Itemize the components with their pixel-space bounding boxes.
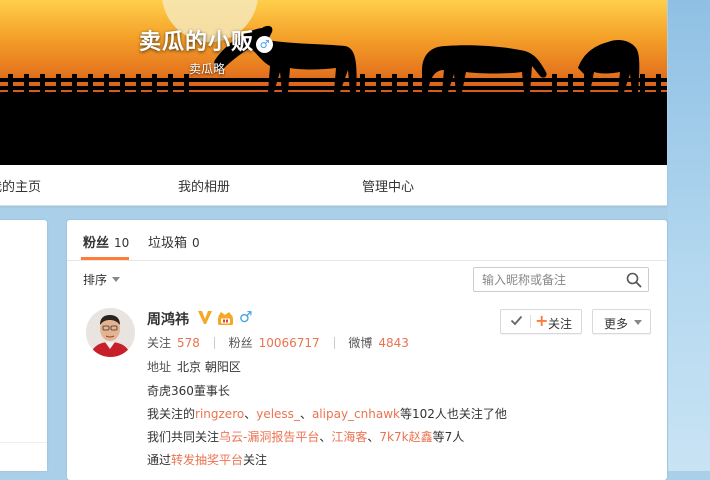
separator: 、 <box>299 407 312 421</box>
chevron-down-icon <box>634 320 642 325</box>
fan-address: 地址 北京 朝阳区 <box>147 358 241 375</box>
address-value: 北京 朝阳区 <box>177 360 241 374</box>
nav-item-my-home[interactable]: 我的主页 <box>0 176 41 195</box>
divider <box>0 442 47 443</box>
stat-following-label: 关注 <box>147 336 172 350</box>
verified-v-icon <box>197 310 213 328</box>
follow-source-prefix: 通过 <box>147 453 172 467</box>
checkmark-icon <box>510 314 523 330</box>
fan-bio: 奇虎360董事长 <box>147 384 230 398</box>
tab-trash[interactable]: 垃圾箱 0 <box>148 232 200 251</box>
user-link[interactable]: alipay_cnhawk <box>312 407 400 421</box>
mutual-follow-prefix: 我关注的 <box>147 407 196 421</box>
tab-trash-label: 垃圾箱 <box>148 236 188 251</box>
profile-nickname: 卖瓜的小贩 <box>139 30 255 55</box>
tab-fans[interactable]: 粉丝 10 <box>83 232 129 251</box>
fans-panel: 粉丝 10 垃圾箱 0 排序 周鸿祎 <box>67 220 667 480</box>
profile-nav-bar: 我的主页 我的相册 管理中心 <box>0 165 667 206</box>
divider <box>213 337 215 349</box>
follow-source-suffix: 关注 <box>243 453 268 467</box>
avatar[interactable] <box>86 308 135 357</box>
separator: 、 <box>244 407 257 421</box>
profile-subtitle: 卖瓜略 <box>189 62 226 76</box>
active-tab-indicator <box>81 257 129 260</box>
follow-source-link[interactable]: 转发抽奖平台 <box>171 453 243 467</box>
sort-label: 排序 <box>83 273 108 287</box>
nav-item-manage-center[interactable]: 管理中心 <box>362 176 414 195</box>
more-button[interactable]: 更多 <box>592 309 651 334</box>
user-link[interactable]: 乌云-漏洞报告平台 <box>219 430 319 444</box>
fan-search-input[interactable] <box>482 271 622 288</box>
follow-button-label: 关注 <box>548 317 573 331</box>
mutual-follow-suffix: 等102人也关注了他 <box>399 407 507 421</box>
plus-icon: + <box>535 311 549 330</box>
divider <box>530 315 531 328</box>
sort-dropdown[interactable]: 排序 <box>83 271 121 288</box>
common-follow-prefix: 我们共同关注 <box>147 430 220 444</box>
address-label: 地址 <box>147 360 172 374</box>
stat-following-value[interactable]: 578 <box>177 336 200 350</box>
stat-weibo-label: 微博 <box>348 336 373 350</box>
left-sidebar-card <box>0 220 47 471</box>
common-follow-suffix: 等7人 <box>432 430 465 444</box>
fan-stats: 关注 578 粉丝 10066717 微博 4843 <box>147 334 409 351</box>
fan-username[interactable]: 周鸿祎 <box>147 309 189 329</box>
nav-item-my-album[interactable]: 我的相册 <box>178 176 230 195</box>
stat-fans-value[interactable]: 10066717 <box>259 336 320 350</box>
user-link[interactable]: 7k7k赵鑫 <box>379 430 432 444</box>
follow-source-line: 通过转发抽奖平台关注 <box>147 451 267 468</box>
separator: 、 <box>319 430 332 444</box>
tab-fans-label: 粉丝 <box>83 236 110 251</box>
stat-weibo-value[interactable]: 4843 <box>378 336 409 350</box>
stat-fans-label: 粉丝 <box>228 336 253 350</box>
follow-button[interactable]: + 关注 <box>500 309 582 334</box>
common-follow-line: 我们共同关注乌云-漏洞报告平台、江海客、7k7k赵鑫等7人 <box>147 428 464 445</box>
page-background <box>668 0 710 471</box>
user-link[interactable]: ringzero <box>195 407 244 421</box>
chevron-down-icon <box>112 277 121 282</box>
user-link[interactable]: 江海客 <box>331 430 367 444</box>
divider <box>333 337 335 349</box>
tab-trash-count: 0 <box>192 236 200 250</box>
fans-tab-bar: 粉丝 10 垃圾箱 0 <box>67 220 667 261</box>
vip-member-icon <box>216 310 235 329</box>
sunset-horses-illustration <box>0 0 667 165</box>
user-link[interactable]: yeless_ <box>256 407 300 421</box>
mutual-follow-line: 我关注的ringzero、yeless_、alipay_cnhawk等102人也… <box>147 405 507 422</box>
male-gender-icon: ♂ <box>239 308 253 326</box>
more-button-label: 更多 <box>604 317 629 331</box>
separator: 、 <box>367 430 380 444</box>
male-gender-icon: ♂ <box>256 36 273 53</box>
tab-fans-count: 10 <box>114 236 130 250</box>
profile-cover: 卖瓜的小贩 ♂ 卖瓜略 <box>0 0 667 165</box>
search-icon[interactable] <box>626 272 642 291</box>
fan-search-box <box>473 267 649 292</box>
